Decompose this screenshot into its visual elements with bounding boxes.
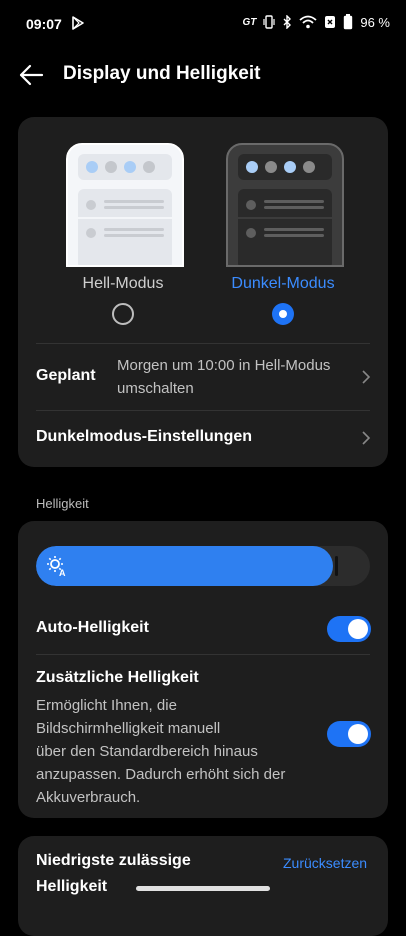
status-time: 09:07 [26, 16, 62, 32]
auto-brightness-toggle[interactable] [327, 616, 371, 642]
extra-brightness-toggle[interactable] [327, 721, 371, 747]
auto-brightness-label: Auto-Helligkeit [36, 619, 149, 636]
light-mode-preview[interactable] [66, 143, 184, 267]
svg-text:A: A [59, 568, 66, 577]
battery-percent: 96 % [360, 14, 390, 30]
brightness-card: A Auto-Helligkeit Zusätzliche Helligkeit… [18, 521, 388, 818]
extra-brightness-desc-4: anzupassen. Dadurch erhöht sich der [36, 766, 286, 783]
scheduled-row[interactable]: Geplant Morgen um 10:00 in Hell-Modus um… [18, 344, 388, 410]
auto-brightness-icon: A [47, 556, 66, 577]
play-store-icon [72, 16, 84, 30]
dark-mode-preview[interactable] [226, 143, 344, 267]
scheduled-desc-1: Morgen um 10:00 in Hell-Modus [117, 357, 331, 374]
no-sim-icon [325, 16, 336, 28]
extra-brightness-desc-5: Akkuverbrauch. [36, 789, 141, 806]
dark-mode-settings-label: Dunkelmodus-Einstellungen [36, 428, 253, 445]
app-header: Display und Helligkeit [0, 48, 406, 104]
min-brightness-title-1: Niedrigste zulässige [36, 852, 191, 869]
extra-brightness-desc-1: Ermöglicht Ihnen, die [36, 697, 177, 714]
battery-icon [344, 14, 353, 30]
back-arrow-icon[interactable] [18, 62, 44, 88]
extra-brightness-desc-2: Bildschirmhelligkeit manuell [36, 720, 221, 737]
wifi-icon [299, 15, 317, 29]
extra-brightness-row: Zusätzliche Helligkeit Ermöglicht Ihnen,… [18, 655, 388, 815]
reset-button[interactable]: Zurücksetzen [283, 855, 367, 871]
chevron-right-icon [362, 370, 371, 384]
light-mode-label: Hell-Modus [82, 275, 164, 292]
status-icons: GT 96 % [242, 14, 390, 30]
extra-brightness-desc-3: über den Standardbereich hinaus [36, 743, 258, 760]
status-bar: 09:07 GT 96 % [0, 0, 406, 48]
auto-brightness-row: Auto-Helligkeit [18, 604, 388, 654]
gt-mode-icon: GT [242, 16, 257, 28]
vibrate-icon [263, 15, 275, 29]
brightness-slider-handle[interactable] [335, 556, 338, 576]
light-mode-radio[interactable] [112, 303, 134, 325]
dark-mode-radio[interactable] [272, 303, 294, 325]
bluetooth-icon [283, 15, 292, 29]
page-title: Display und Helligkeit [63, 63, 261, 84]
scheduled-desc-2: umschalten [117, 380, 194, 397]
home-indicator[interactable] [136, 886, 270, 891]
brightness-slider[interactable]: A [36, 546, 370, 586]
scheduled-title: Geplant [36, 367, 96, 384]
extra-brightness-title: Zusätzliche Helligkeit [36, 669, 199, 686]
brightness-section-label: Helligkeit [36, 496, 89, 511]
chevron-right-icon [362, 431, 371, 445]
min-brightness-title-2: Helligkeit [36, 878, 108, 895]
brightness-slider-fill [36, 546, 333, 586]
theme-card: Hell-Modus Dunkel-Modus Geplant Morgen u… [18, 117, 388, 467]
dark-mode-settings-row[interactable]: Dunkelmodus-Einstellungen [18, 411, 388, 467]
dark-mode-label: Dunkel-Modus [231, 275, 335, 292]
